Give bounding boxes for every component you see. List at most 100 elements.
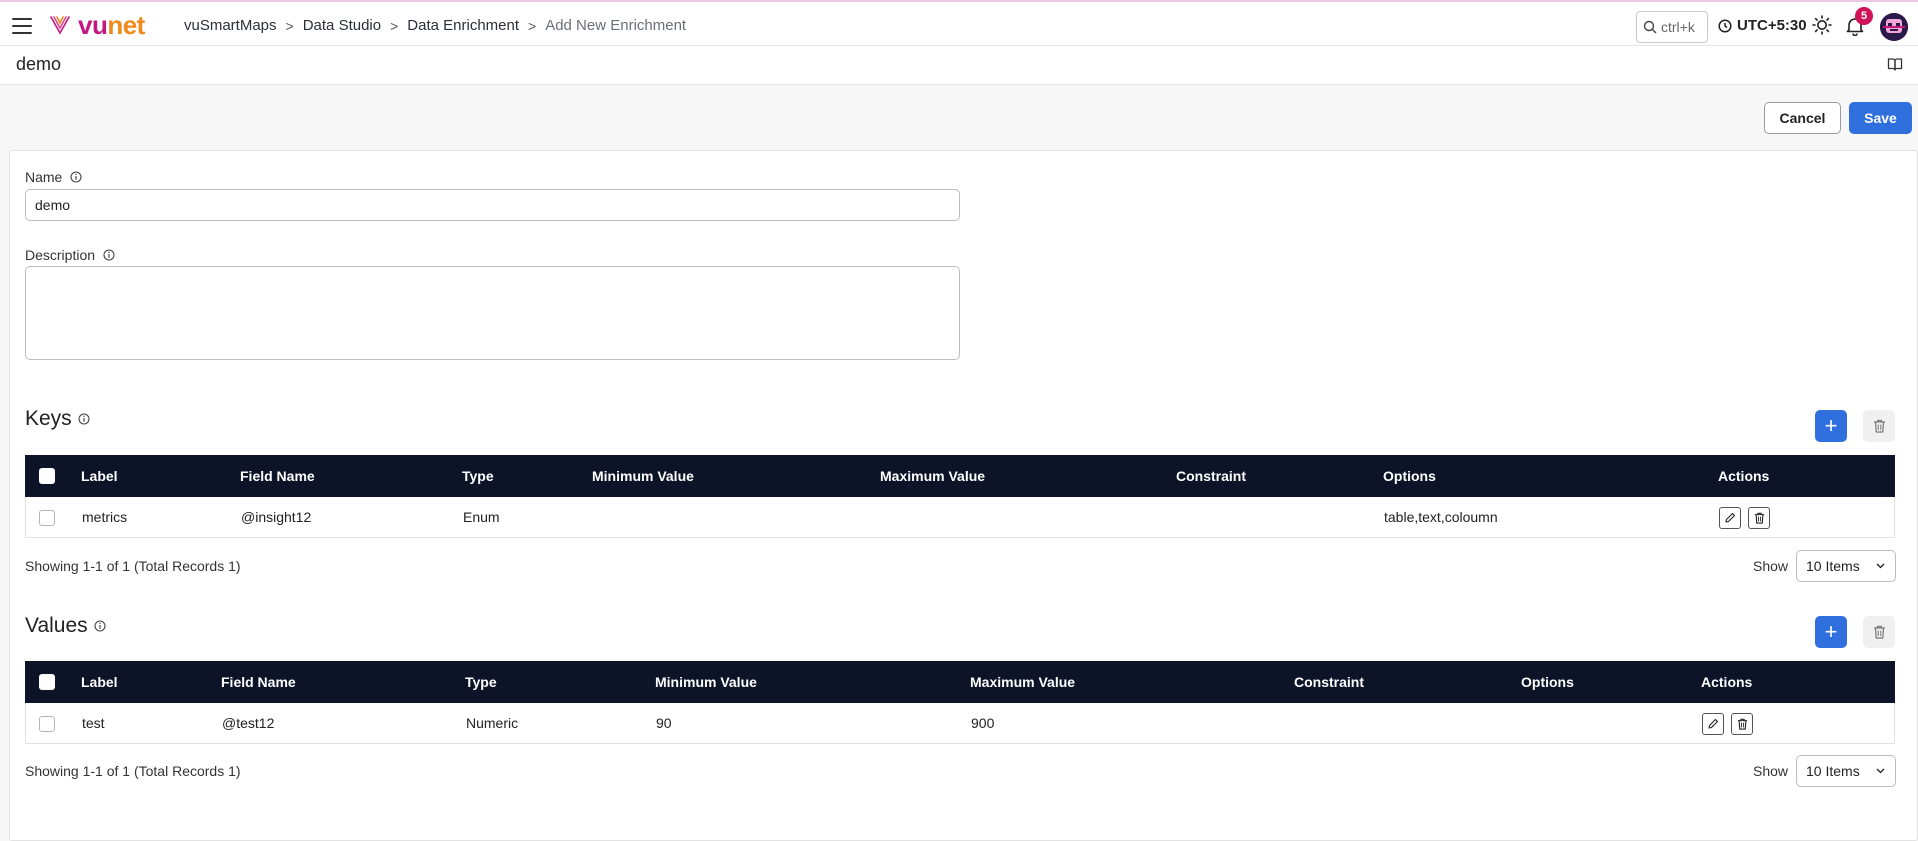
info-icon[interactable] bbox=[70, 171, 82, 183]
timezone-selector[interactable]: UTC+5:30 bbox=[1718, 17, 1807, 34]
values-table: Label Field Name Type Minimum Value Maxi… bbox=[25, 661, 1895, 744]
delete-keys-button[interactable] bbox=[1863, 410, 1895, 442]
theme-toggle-icon[interactable] bbox=[1812, 15, 1832, 35]
edit-button[interactable] bbox=[1702, 713, 1724, 735]
name-label-text: Name bbox=[25, 169, 63, 185]
pencil-icon bbox=[1725, 512, 1736, 523]
column-header[interactable]: Field Name bbox=[221, 661, 296, 703]
cell-max: 900 bbox=[971, 715, 995, 731]
keys-show-label: Show bbox=[1753, 558, 1789, 574]
breadcrumb: vuSmartMaps > Data Studio > Data Enrichm… bbox=[184, 17, 686, 34]
delete-row-button[interactable] bbox=[1748, 507, 1770, 529]
cancel-button[interactable]: Cancel bbox=[1764, 102, 1841, 134]
trash-icon bbox=[1737, 718, 1747, 730]
keys-title-text: Keys bbox=[25, 407, 72, 430]
row-checkbox[interactable] bbox=[39, 716, 55, 732]
notification-badge: 5 bbox=[1855, 7, 1873, 25]
chevron-down-icon bbox=[1876, 563, 1885, 569]
chevron-right-icon: > bbox=[285, 17, 294, 34]
column-header[interactable]: Type bbox=[462, 455, 494, 497]
keys-section-title: Keys bbox=[25, 407, 90, 431]
column-header: Actions bbox=[1718, 468, 1770, 484]
cell-field-name: @insight12 bbox=[241, 509, 312, 525]
table-row: test @test12 Numeric 90 900 bbox=[25, 703, 1895, 744]
cell-type: Enum bbox=[463, 509, 500, 525]
column-header[interactable]: Minimum Value bbox=[592, 455, 694, 497]
column-header[interactable]: Constraint bbox=[1176, 455, 1246, 497]
info-icon[interactable] bbox=[103, 249, 115, 261]
menu-icon[interactable] bbox=[12, 18, 32, 34]
column-header[interactable]: Type bbox=[465, 661, 497, 703]
name-input[interactable]: demo bbox=[25, 189, 960, 221]
column-header[interactable]: Field Name bbox=[240, 455, 315, 497]
page-title: demo bbox=[16, 54, 62, 74]
keys-page-size-select[interactable]: 10 Items bbox=[1796, 550, 1896, 582]
keys-table: Label Field Name Type Minimum Value Maxi… bbox=[25, 455, 1895, 538]
trash-icon bbox=[1873, 419, 1885, 433]
values-pagination-info: Showing 1-1 of 1 (Total Records 1) bbox=[25, 763, 241, 779]
name-label: Name bbox=[25, 169, 82, 185]
cell-label: metrics bbox=[82, 509, 128, 525]
breadcrumb-data-studio[interactable]: Data Studio bbox=[303, 17, 381, 34]
column-header[interactable]: Label bbox=[81, 455, 118, 497]
cell-type: Numeric bbox=[466, 715, 519, 731]
breadcrumb-vusmartmaps[interactable]: vuSmartMaps bbox=[184, 17, 277, 34]
breadcrumb-data-enrichment[interactable]: Data Enrichment bbox=[407, 17, 519, 34]
timezone-label: UTC+5:30 bbox=[1737, 17, 1807, 34]
table-row: metrics @insight12 Enum table,text,colou… bbox=[25, 497, 1895, 538]
chevron-right-icon: > bbox=[390, 17, 399, 34]
add-value-button[interactable]: + bbox=[1815, 616, 1847, 648]
column-header[interactable]: Maximum Value bbox=[970, 661, 1075, 703]
logo-wordmark: vunet bbox=[78, 10, 145, 40]
page-size-value: 10 Items bbox=[1806, 763, 1860, 779]
add-key-button[interactable]: + bbox=[1815, 410, 1847, 442]
column-header: Actions bbox=[1701, 674, 1753, 690]
search-icon bbox=[1643, 20, 1657, 34]
cell-label: test bbox=[82, 715, 105, 731]
edit-button[interactable] bbox=[1719, 507, 1741, 529]
save-button[interactable]: Save bbox=[1849, 102, 1912, 134]
description-label: Description bbox=[25, 247, 115, 263]
chevron-right-icon: > bbox=[528, 17, 537, 34]
book-icon[interactable] bbox=[1887, 56, 1903, 72]
values-page-size-select[interactable]: 10 Items bbox=[1796, 755, 1896, 787]
search-placeholder: ctrl+k bbox=[1661, 19, 1695, 35]
column-header[interactable]: Maximum Value bbox=[880, 455, 985, 497]
values-section-title: Values bbox=[25, 614, 106, 638]
top-navbar: vunet vuSmartMaps > Data Studio > Data E… bbox=[0, 0, 1918, 46]
cell-min: 90 bbox=[656, 715, 672, 731]
values-title-text: Values bbox=[25, 614, 88, 637]
delete-row-button[interactable] bbox=[1731, 713, 1753, 735]
column-header[interactable]: Options bbox=[1521, 661, 1574, 703]
info-icon[interactable] bbox=[94, 620, 106, 632]
column-header[interactable]: Minimum Value bbox=[655, 661, 757, 703]
search-input[interactable]: ctrl+k bbox=[1636, 11, 1708, 43]
row-checkbox[interactable] bbox=[39, 510, 55, 526]
description-textarea[interactable] bbox=[25, 266, 960, 360]
page-header: demo bbox=[0, 46, 1918, 85]
chevron-down-icon bbox=[1876, 768, 1885, 774]
values-table-header: Label Field Name Type Minimum Value Maxi… bbox=[25, 661, 1895, 703]
breadcrumb-current: Add New Enrichment bbox=[545, 17, 687, 34]
column-header[interactable]: Constraint bbox=[1294, 661, 1364, 703]
cell-field-name: @test12 bbox=[222, 715, 275, 731]
pencil-icon bbox=[1708, 718, 1719, 729]
avatar[interactable] bbox=[1880, 13, 1908, 41]
keys-pagination-info: Showing 1-1 of 1 (Total Records 1) bbox=[25, 558, 241, 574]
info-icon[interactable] bbox=[78, 413, 90, 425]
select-all-checkbox[interactable] bbox=[39, 468, 55, 484]
trash-icon bbox=[1873, 625, 1885, 639]
delete-values-button[interactable] bbox=[1863, 616, 1895, 648]
clock-icon bbox=[1718, 18, 1732, 33]
cell-options: table,text,coloumn bbox=[1384, 509, 1498, 525]
trash-icon bbox=[1754, 512, 1764, 524]
column-header[interactable]: Options bbox=[1383, 455, 1436, 497]
logo-mark-icon bbox=[50, 16, 70, 35]
select-all-checkbox[interactable] bbox=[39, 674, 55, 690]
keys-table-header: Label Field Name Type Minimum Value Maxi… bbox=[25, 455, 1895, 497]
vunet-logo[interactable]: vunet bbox=[48, 12, 145, 38]
page-size-value: 10 Items bbox=[1806, 558, 1860, 574]
description-label-text: Description bbox=[25, 247, 96, 263]
values-show-label: Show bbox=[1753, 763, 1789, 779]
column-header[interactable]: Label bbox=[81, 661, 118, 703]
